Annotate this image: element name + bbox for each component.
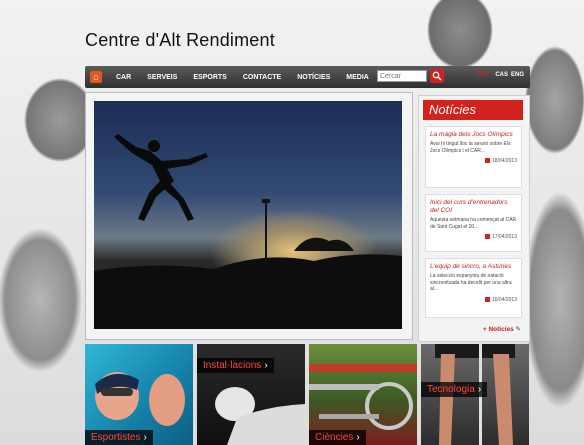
tile-label: Tecnologia ›: [421, 382, 488, 397]
news-item[interactable]: L'equip de sincro, a Astúries La selecci…: [425, 258, 522, 318]
hero-frame: [85, 92, 413, 340]
nav-item-esports[interactable]: ESPORTS: [193, 74, 226, 81]
nav-item-noticies[interactable]: NOTÍCIES: [297, 74, 330, 81]
search-button[interactable]: [430, 69, 444, 83]
nav-item-media[interactable]: MEDIA: [346, 74, 369, 81]
news-item-date: 16/04/2013: [430, 297, 517, 303]
chevron-right-icon: ›: [477, 384, 482, 395]
news-item-title[interactable]: La màgia dels Jocs Olímpics: [430, 131, 517, 139]
nav-item-car[interactable]: CAR: [116, 74, 131, 81]
calendar-icon: [484, 296, 490, 302]
news-item-title[interactable]: L'equip de sincro, a Astúries: [430, 263, 517, 271]
news-panel: Notícies La màgia dels Jocs Olímpics Avu…: [418, 95, 530, 342]
chevron-right-icon: ›: [143, 432, 147, 443]
tile-tecnologia[interactable]: Tecnologia ›: [421, 344, 529, 445]
tile-label: Ciències ›: [309, 430, 366, 445]
hero-image[interactable]: [94, 101, 402, 329]
main-nav: ⌂ CAR SERVEIS ESPORTS CONTACTE NOTÍCIES …: [85, 66, 530, 88]
nav-item-contacte[interactable]: CONTACTE: [243, 74, 281, 81]
lang-eng[interactable]: ENG: [511, 72, 524, 78]
calendar-icon: [484, 234, 490, 240]
news-item[interactable]: Inici del curs d'entrenadors del COI Aqu…: [425, 194, 522, 252]
home-icon[interactable]: ⌂: [90, 71, 102, 83]
news-item[interactable]: La màgia dels Jocs Olímpics Avui hi ting…: [425, 126, 522, 188]
search-icon: [432, 71, 442, 81]
tile-installacions[interactable]: Instal·lacions ›: [197, 344, 305, 445]
news-item-date: 18/04/2013: [430, 158, 517, 164]
tile-label: Esportistes ›: [85, 430, 153, 445]
nav-item-serveis[interactable]: SERVEIS: [147, 74, 177, 81]
search-input[interactable]: [377, 70, 427, 82]
calendar-icon: [484, 158, 490, 164]
news-panel-title: Notícies: [423, 100, 523, 120]
pencil-icon: ✎: [515, 326, 521, 333]
lang-cas[interactable]: CAS: [495, 72, 508, 78]
news-item-summary: Aquesta setmana ha començat al CAR de Sa…: [430, 217, 517, 230]
tile-ciencies[interactable]: Ciències ›: [309, 344, 417, 445]
more-news-link[interactable]: + Notícies ✎: [483, 325, 521, 333]
chevron-right-icon: ›: [264, 360, 268, 371]
news-item-summary: Avui hi tingut lloc la sessió sobre Els …: [430, 141, 511, 154]
site-title: Centre d'Alt Rendiment: [85, 30, 275, 50]
tile-esportistes[interactable]: Esportistes ›: [85, 344, 193, 445]
tile-label: Instal·lacions ›: [197, 358, 274, 373]
news-item-date: 17/04/2013: [430, 234, 517, 240]
chevron-right-icon: ›: [356, 432, 360, 443]
news-item-summary: La selecció espanyola de natació sincron…: [430, 273, 512, 292]
lang-cat[interactable]: CAT: [477, 72, 489, 78]
news-item-title[interactable]: Inici del curs d'entrenadors del COI: [430, 199, 517, 215]
language-switcher: CAT CAS ENG: [474, 72, 524, 78]
